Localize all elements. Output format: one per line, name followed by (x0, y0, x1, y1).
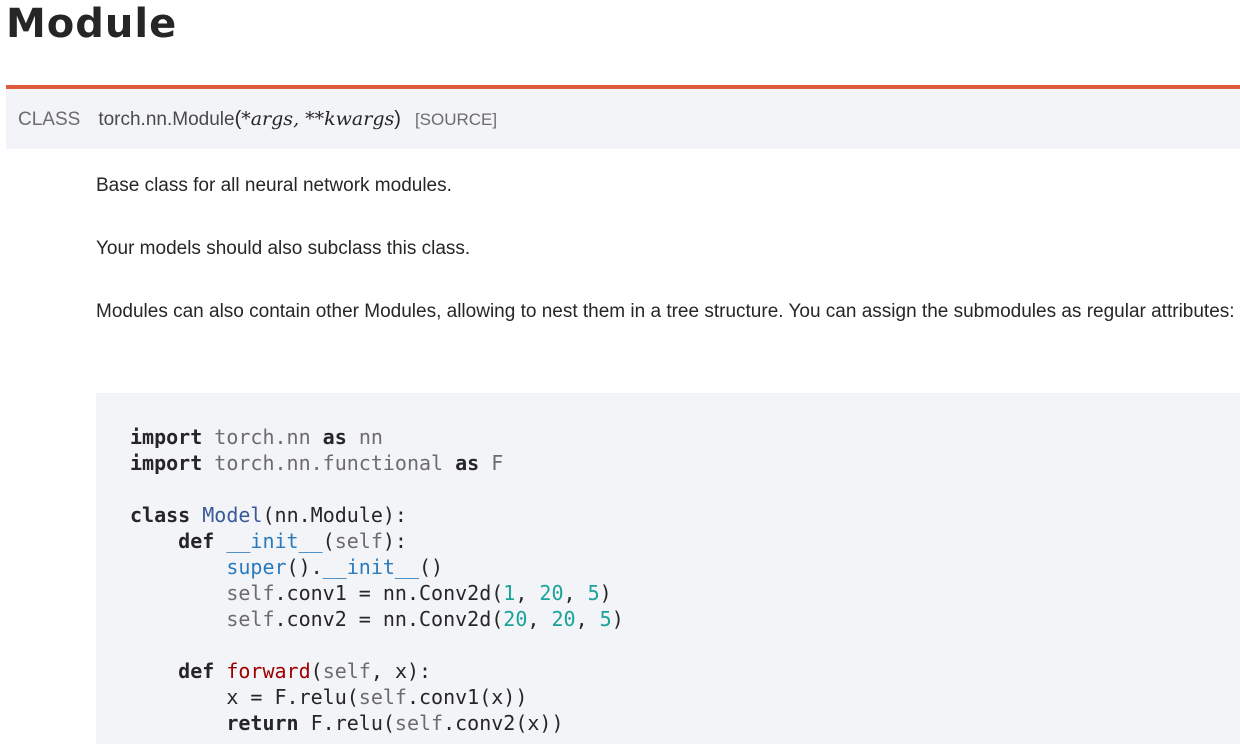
source-link[interactable]: [SOURCE] (415, 110, 497, 129)
page-title: Module (6, 1, 178, 47)
code-line: def forward(self, x): (178, 659, 432, 683)
code-example: import torch.nn as nn import torch.nn.fu… (96, 393, 1240, 744)
code-line: return F.relu(self.conv2(x)) (226, 711, 564, 735)
arg-separator: , (293, 108, 306, 130)
code-line: class Model(nn.Module): (130, 503, 407, 527)
code-line: self.conv2 = nn.Conv2d(20, 20, 5) (226, 607, 624, 631)
code-line: def __init__(self): (178, 529, 407, 553)
code-line: import torch.nn as nn (130, 425, 383, 449)
code-listing: import torch.nn as nn import torch.nn.fu… (130, 424, 624, 736)
code-line: x = F.relu(self.conv1(x)) (226, 685, 528, 709)
class-keyword: CLASS (18, 109, 81, 130)
class-name: torch.nn.Module (98, 109, 235, 130)
code-line: super().__init__() (226, 555, 444, 579)
description-paragraph-2: Your models should also subclass this cl… (96, 238, 471, 259)
arg-args: *args (241, 108, 294, 130)
description-paragraph-3: Modules can also contain other Modules, … (96, 301, 1235, 322)
description-paragraph-1: Base class for all neural network module… (96, 175, 452, 196)
arg-kwargs: **kwargs (305, 108, 395, 130)
close-paren: ) (394, 108, 401, 130)
code-line: self.conv1 = nn.Conv2d(1, 20, 5) (226, 581, 612, 605)
code-line: import torch.nn.functional as F (130, 451, 504, 475)
doc-page: Module CLASS torch.nn.Module(*args, **kwa… (0, 0, 1240, 744)
class-signature: CLASS torch.nn.Module(*args, **kwargs) [SO… (6, 85, 1240, 149)
